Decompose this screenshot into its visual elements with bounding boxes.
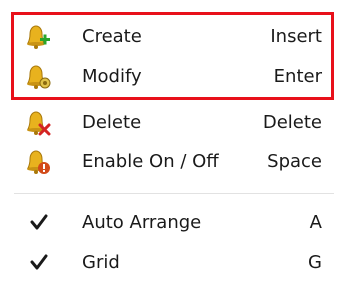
menu-item-label: Create <box>82 26 142 47</box>
bell-add-icon <box>22 22 52 52</box>
bell-modify-icon <box>22 62 52 92</box>
menu-item-auto-arrange[interactable]: Auto Arrange A <box>14 203 332 243</box>
menu-separator <box>14 193 334 194</box>
menu-item-shortcut: Space <box>267 151 322 172</box>
context-menu: Create Insert Modify Enter Delete Delete… <box>0 0 345 286</box>
menu-item-label: Delete <box>82 112 142 133</box>
bell-delete-icon <box>22 108 52 138</box>
menu-item-label: Modify <box>82 66 142 87</box>
checkmark-icon <box>28 251 50 273</box>
menu-item-label: Grid <box>82 252 120 273</box>
menu-item-label: Auto Arrange <box>82 212 202 233</box>
menu-item-shortcut: Enter <box>273 66 322 87</box>
menu-item-shortcut: Insert <box>270 26 322 47</box>
menu-item-enable-toggle[interactable]: Enable On / Off Space <box>14 142 332 182</box>
bell-disable-icon <box>22 147 52 177</box>
checkmark-icon <box>28 211 50 233</box>
menu-item-delete[interactable]: Delete Delete <box>14 103 332 143</box>
menu-item-shortcut: G <box>308 252 322 273</box>
menu-item-grid[interactable]: Grid G <box>14 243 332 283</box>
menu-item-shortcut: A <box>309 212 322 233</box>
menu-item-modify[interactable]: Modify Enter <box>14 57 332 97</box>
menu-item-label: Enable On / Off <box>82 151 219 172</box>
menu-item-shortcut: Delete <box>262 112 322 133</box>
menu-item-create[interactable]: Create Insert <box>14 17 332 57</box>
